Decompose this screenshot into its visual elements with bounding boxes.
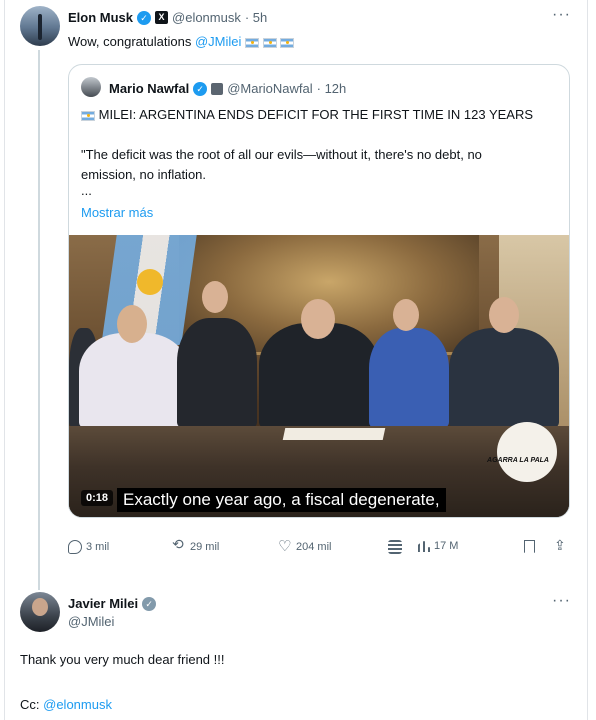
reply-text: Thank you very much dear friend !!! (20, 652, 225, 667)
channel-logo-text: AGARRA LA PALA (487, 457, 549, 464)
video-person-head (301, 299, 335, 339)
cc-label: Cc: (20, 697, 44, 712)
quoted-text-line-2: emission, no inflation. (81, 167, 207, 182)
argentina-flag-icon (81, 110, 95, 121)
affiliate-badge-icon (211, 82, 224, 95)
heart-icon (278, 537, 292, 555)
quoted-post-card[interactable]: Mario Nawfal ✓ @MarioNawfal · 12h MILEI:… (68, 64, 570, 518)
video-person-head (489, 297, 519, 333)
video-papers (282, 428, 386, 440)
like-button[interactable]: 204 mil (278, 537, 332, 555)
video-person (79, 333, 189, 428)
main-post-header: Elon Musk ✓ X @elonmusk · 5h (68, 10, 267, 25)
more-options-icon[interactable]: ··· (552, 592, 571, 610)
show-more-link[interactable]: Mostrar más (81, 205, 153, 220)
argentina-flag-icon (280, 37, 295, 48)
quoted-headline: MILEI: ARGENTINA ENDS DEFICIT FOR THE FI… (98, 107, 534, 122)
quoted-post-time[interactable]: · 12h (317, 81, 347, 96)
share-button[interactable] (554, 538, 568, 554)
channel-logo (497, 422, 557, 482)
main-post-text: Wow, congratulations @JMilei (68, 34, 295, 49)
video-person-head (202, 281, 228, 313)
argentina-flag-icon (245, 37, 259, 48)
reply-count: 3 mil (86, 541, 110, 553)
quoted-post-header: Mario Nawfal ✓ @MarioNawfal · 12h (109, 81, 346, 96)
argentina-flag-icon (262, 37, 277, 48)
views-button[interactable]: 17 M (418, 540, 458, 552)
verified-badge-icon: ✓ (142, 596, 157, 611)
repost-button[interactable]: 29 mil (172, 537, 220, 554)
repost-count: 29 mil (190, 541, 220, 553)
video-flag-sun (137, 269, 163, 295)
video-person (449, 328, 559, 428)
video-person (369, 328, 449, 428)
quoted-author-name[interactable]: Mario Nawfal (109, 81, 189, 96)
grok-icon (388, 540, 402, 554)
post-actions-bar: 3 mil 29 mil 204 mil 17 M (66, 537, 576, 560)
thread-connector-line (38, 50, 40, 590)
views-count: 17 M (434, 540, 459, 552)
video-player[interactable]: AGARRA LA PALA 0:18 Exactly one year ago… (69, 235, 569, 517)
bookmark-button[interactable] (524, 540, 535, 553)
reply-author-name[interactable]: Javier Milei (68, 596, 138, 611)
video-person-head (393, 299, 419, 331)
reply-handle-row: @JMilei (68, 614, 114, 629)
elon-avatar[interactable] (20, 6, 60, 46)
mention-link[interactable]: @JMilei (195, 34, 241, 49)
reply-cc-line: Cc: @elonmusk (20, 697, 112, 712)
reply-button[interactable]: 3 mil (68, 540, 109, 554)
mario-avatar[interactable] (81, 77, 101, 97)
author-name[interactable]: Elon Musk (68, 10, 133, 25)
reply-icon (68, 540, 82, 554)
milei-avatar[interactable] (20, 592, 60, 632)
x-affiliate-icon: X (155, 11, 169, 24)
more-options-icon[interactable]: ··· (552, 6, 571, 24)
quoted-text-line-1: "The deficit was the root of all our evi… (81, 147, 482, 162)
video-subtitle: Exactly one year ago, a fiscal degenerat… (117, 488, 446, 512)
author-handle[interactable]: @elonmusk (172, 10, 241, 25)
reply-post-header: Javier Milei ✓ (68, 596, 157, 611)
like-count: 204 mil (296, 541, 332, 553)
main-post-text-prefix: Wow, congratulations (68, 34, 195, 49)
video-person (177, 318, 257, 428)
verified-badge-icon: ✓ (193, 81, 208, 96)
bookmark-icon (524, 540, 535, 553)
video-timestamp: 0:18 (81, 490, 114, 506)
repost-icon (172, 537, 186, 554)
cc-mention-link[interactable]: @elonmusk (43, 697, 112, 712)
quoted-author-handle[interactable]: @MarioNawfal (227, 81, 312, 96)
quoted-text-ellipsis: ... (81, 183, 92, 198)
post-time[interactable]: · 5h (245, 10, 267, 25)
reply-author-handle[interactable]: @JMilei (68, 614, 114, 629)
share-icon (554, 538, 568, 554)
grok-button[interactable] (388, 540, 402, 554)
verified-badge-icon: ✓ (137, 10, 152, 25)
quoted-headline-row: MILEI: ARGENTINA ENDS DEFICIT FOR THE FI… (81, 107, 533, 122)
views-chart-icon (418, 541, 430, 552)
video-person-head (117, 305, 147, 343)
